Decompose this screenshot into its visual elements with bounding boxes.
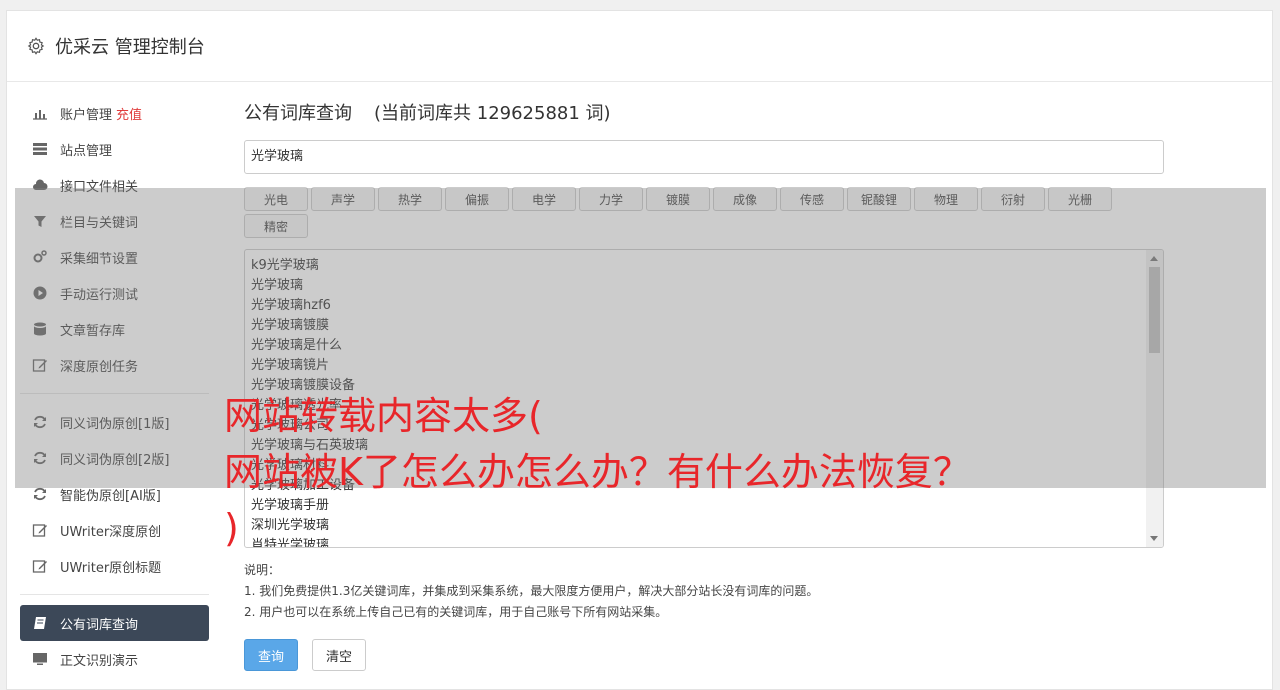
sidebar-item-label: 公有词库查询	[60, 617, 139, 633]
recharge-link[interactable]: 充值	[116, 104, 142, 123]
lexicon-count: (当前词库共 129625881 词)	[374, 103, 611, 124]
edit-icon	[31, 558, 49, 574]
notes-heading: 说明：	[244, 563, 281, 577]
sidebar-item-text-recognition[interactable]: 正文识别演示	[20, 641, 209, 677]
query-button[interactable]: 查询	[244, 639, 298, 671]
sidebar-item-label: UWriter深度原创	[60, 524, 162, 540]
action-buttons: 查询 清空	[244, 639, 1164, 671]
clear-button[interactable]: 清空	[312, 639, 366, 671]
sidebar-divider	[20, 594, 209, 595]
scroll-down-icon[interactable]	[1150, 536, 1158, 541]
bar-chart-icon	[31, 105, 49, 121]
sidebar-item-public-lexicon[interactable]: 公有词库查询	[20, 605, 209, 641]
headline-line-1: 网站转载内容太多(	[224, 394, 543, 438]
page-title: 公有词库查询 (当前词库共 129625881 词)	[244, 100, 1164, 128]
note-line: 1. 我们免费提供1.3亿关键词库，并集成到采集系统，最大限度方便用户，解决大部…	[244, 584, 819, 598]
server-icon	[31, 141, 49, 157]
header: 优采云 管理控制台	[7, 11, 1272, 82]
page-title-text: 公有词库查询	[244, 103, 352, 124]
notes: 说明： 1. 我们免费提供1.3亿关键词库，并集成到采集系统，最大限度方便用户，…	[244, 560, 1164, 623]
sidebar-item-uwriter-title[interactable]: UWriter原创标题	[20, 548, 209, 584]
sidebar-item-label: UWriter原创标题	[60, 560, 162, 576]
console-title: 优采云 管理控制台	[55, 37, 205, 58]
sidebar-item-uwriter-deep[interactable]: UWriter深度原创	[20, 512, 209, 548]
sidebar-item-label: 正文识别演示	[60, 653, 139, 669]
sidebar-item-sites[interactable]: 站点管理	[20, 131, 209, 167]
sidebar-item-label: 账户管理	[60, 107, 113, 123]
sidebar-item-label: 站点管理	[60, 143, 113, 159]
headline-line-2: 网站被K了怎么办怎么办？有什么办法恢复？	[224, 450, 971, 494]
refresh-icon	[31, 486, 49, 502]
search-input[interactable]: 光学玻璃	[244, 140, 1164, 174]
headline-line-3: )	[224, 506, 239, 550]
sidebar-item-account[interactable]: 账户管理 充值	[20, 95, 209, 131]
overlay-headline: 网站转载内容太多( 网站被K了怎么办怎么办？有什么办法恢复？ )	[224, 388, 971, 556]
book-icon	[31, 615, 49, 631]
monitor-icon	[31, 651, 49, 667]
edit-icon	[31, 522, 49, 538]
note-line: 2. 用户也可以在系统上传自己已有的关键词库，用于自己账号下所有网站采集。	[244, 605, 668, 619]
gear-icon	[27, 37, 45, 55]
